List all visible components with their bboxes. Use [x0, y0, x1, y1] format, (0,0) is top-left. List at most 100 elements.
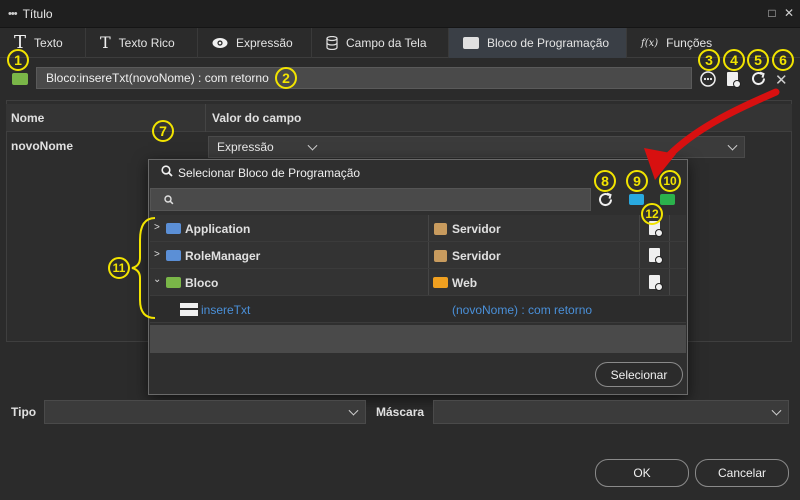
- clear-button[interactable]: ✕: [775, 71, 788, 89]
- maximize-button[interactable]: □: [766, 7, 778, 19]
- annotation-8: 8: [594, 170, 616, 192]
- open-document-button[interactable]: [727, 72, 741, 89]
- tab-label: Bloco de Programação: [487, 36, 610, 50]
- annotation-1: 1: [7, 49, 29, 71]
- tab-label: Texto Rico: [118, 36, 175, 50]
- tab-label: Campo da Tela: [346, 36, 427, 50]
- document-search-icon: [649, 248, 663, 264]
- block-name: RoleManager: [185, 249, 261, 263]
- function-name: insereTxt: [201, 303, 251, 317]
- open-block-button[interactable]: [649, 275, 663, 292]
- window-menu-icon[interactable]: •••: [8, 8, 18, 20]
- chevron-right-icon[interactable]: >: [154, 249, 160, 260]
- folder-blue-icon: [166, 223, 181, 234]
- block-type: Servidor: [452, 249, 501, 263]
- popup-refresh-button[interactable]: [597, 191, 614, 211]
- chevron-down-icon: [307, 140, 318, 151]
- function-signature: (novoNome) : com retorno: [452, 303, 593, 317]
- chevron-down-icon[interactable]: ⌄: [153, 274, 161, 285]
- block-name: Application: [185, 222, 251, 236]
- new-server-block-button[interactable]: [629, 194, 644, 208]
- row-divider: [428, 242, 429, 268]
- refresh-button[interactable]: [750, 70, 767, 90]
- tab-expressao[interactable]: Expressão: [198, 28, 312, 58]
- list-item[interactable]: ⌄ Bloco Web: [150, 269, 686, 296]
- param-name-cell: novoNome: [11, 139, 74, 153]
- document-search-icon: [727, 72, 741, 88]
- more-options-button[interactable]: [700, 71, 716, 90]
- annotation-7: 7: [152, 120, 174, 142]
- window-title: Título: [22, 6, 53, 21]
- grid-header: [6, 104, 792, 132]
- block-type: Web: [452, 276, 478, 290]
- row-divider: [639, 242, 640, 268]
- function-block-icon: [180, 303, 198, 316]
- annotation-3: 3: [698, 49, 720, 71]
- list-item[interactable]: > Application Servidor: [150, 215, 686, 242]
- chevron-down-icon: [771, 405, 782, 416]
- tab-campo-da-tela[interactable]: Campo da Tela: [312, 28, 449, 58]
- block-name: Bloco: [185, 276, 219, 290]
- new-web-block-button[interactable]: [660, 194, 675, 208]
- cancel-button[interactable]: Cancelar: [695, 459, 789, 487]
- annotation-6: 6: [772, 49, 794, 71]
- database-icon: [326, 36, 338, 50]
- search-icon: [164, 195, 174, 205]
- row-divider: [639, 215, 640, 241]
- server-box-icon: [434, 250, 447, 262]
- refresh-icon: [599, 192, 613, 207]
- chevron-right-icon[interactable]: >: [154, 222, 160, 233]
- blue-block-add-icon: [629, 194, 644, 205]
- select-button[interactable]: Selecionar: [595, 362, 683, 387]
- list-item[interactable]: > RoleManager Servidor: [150, 242, 686, 269]
- close-icon: ✕: [775, 72, 788, 89]
- green-block-add-icon: [660, 194, 675, 205]
- annotation-4: 4: [723, 49, 745, 71]
- function-icon: f(x): [641, 37, 659, 49]
- annotation-5: 5: [747, 49, 769, 71]
- param-value-select[interactable]: Expressão: [208, 136, 745, 158]
- row-divider: [428, 215, 429, 241]
- tab-label: Funções: [666, 36, 713, 50]
- tipo-select[interactable]: [44, 400, 366, 424]
- web-folder-icon: [433, 277, 448, 288]
- selected-block-field[interactable]: Bloco:insereTxt(novoNome) : com retorno: [36, 67, 692, 89]
- folder-blue-icon: [166, 250, 181, 261]
- block-icon: [463, 37, 479, 49]
- ellipsis-icon: [700, 71, 716, 87]
- chevron-down-icon: [727, 140, 738, 151]
- eye-icon: [212, 38, 228, 48]
- tab-label: Texto: [34, 36, 63, 50]
- ok-button[interactable]: OK: [595, 459, 689, 487]
- annotation-2: 2: [275, 67, 297, 89]
- mascara-label: Máscara: [376, 405, 425, 419]
- param-value-text: Expressão: [217, 140, 274, 154]
- open-block-button[interactable]: [649, 248, 663, 265]
- column-divider: [205, 104, 206, 132]
- mascara-select[interactable]: [433, 400, 789, 424]
- rich-text-icon: T: [100, 33, 111, 52]
- annotation-11: 11: [108, 257, 130, 279]
- column-header-name: Nome: [11, 111, 45, 125]
- popup-title: Selecionar Bloco de Programação: [178, 166, 361, 180]
- popup-search-input[interactable]: [150, 188, 591, 211]
- row-divider: [669, 215, 670, 241]
- close-window-button[interactable]: ✕: [783, 7, 795, 19]
- row-divider: [428, 269, 429, 295]
- annotation-12: 12: [641, 203, 663, 225]
- tab-label: Expressão: [236, 36, 293, 50]
- list-item-child[interactable]: insereTxt (novoNome) : com retorno: [150, 296, 686, 323]
- row-divider: [669, 269, 670, 295]
- server-box-icon: [434, 223, 447, 235]
- folder-green-icon: [166, 277, 181, 288]
- search-icon: [161, 165, 173, 180]
- column-header-value: Valor do campo: [212, 111, 302, 125]
- title-bar: ••• Título □ ✕: [0, 0, 800, 28]
- row-divider: [669, 242, 670, 268]
- block-type-icon: [12, 73, 28, 85]
- tab-bloco-de-programacao[interactable]: Bloco de Programação: [449, 28, 627, 58]
- document-search-icon: [649, 275, 663, 291]
- row-divider: [639, 269, 640, 295]
- annotation-9: 9: [626, 170, 648, 192]
- tab-texto-rico[interactable]: T Texto Rico: [86, 28, 198, 58]
